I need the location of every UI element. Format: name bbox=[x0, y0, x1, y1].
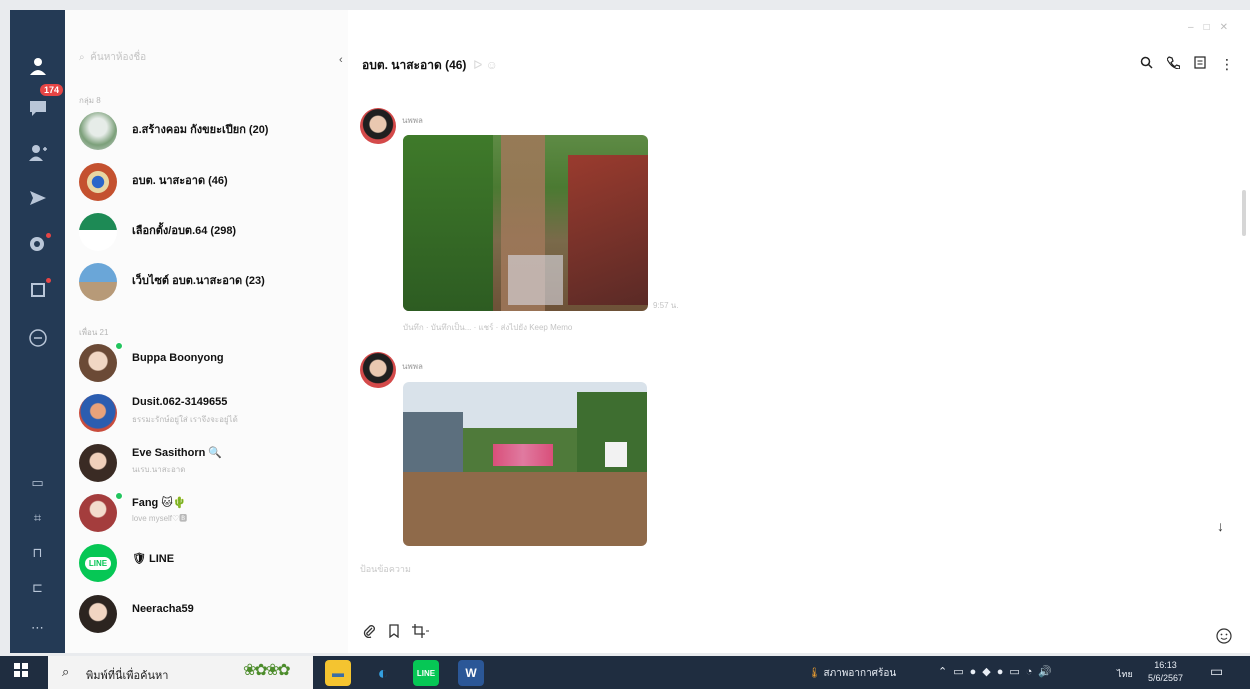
group-avatar bbox=[79, 263, 117, 301]
chat-list-item[interactable]: เลือกตั้ง/อบต.64 (298) bbox=[75, 209, 345, 255]
avatar bbox=[79, 595, 117, 633]
friend-list-item[interactable]: LINE 🛡 LINE bbox=[75, 540, 345, 586]
notification-dot bbox=[46, 278, 51, 283]
window-controls[interactable]: –□✕ bbox=[1188, 22, 1238, 33]
nav-rail: 174 ▭ ⌗ ⊓ ⊏ ⋯ bbox=[10, 10, 65, 653]
chat-title-extra-icons: ᐅ ☺ bbox=[466, 58, 498, 72]
send-icon[interactable] bbox=[10, 180, 65, 216]
unread-badge: 174 bbox=[40, 84, 64, 96]
chat-title: อบต. นาสะอาด (46) ᐅ ☺ bbox=[362, 58, 498, 72]
language-indicator[interactable]: ไทย bbox=[1117, 667, 1133, 681]
file-explorer-icon[interactable]: ▬ bbox=[325, 660, 351, 686]
group-avatar bbox=[79, 163, 117, 201]
keep-icon[interactable] bbox=[10, 272, 65, 308]
chat-list-item[interactable]: อบต. นาสะอาด (46) bbox=[75, 159, 345, 205]
avatar bbox=[79, 444, 117, 482]
avatar bbox=[79, 344, 117, 382]
search-highlight-art: ❀✿❀✿ bbox=[243, 662, 291, 679]
attach-icon[interactable] bbox=[362, 624, 376, 641]
chat-list-panel: ⌕ ค้นหาห้องชื่อ ‹ กลุ่ม 8 อ.สร้างคอม กัง… bbox=[65, 10, 348, 653]
thermometer-icon: 🌡 bbox=[808, 668, 821, 679]
more-icon[interactable]: ⋯ bbox=[10, 610, 65, 646]
system-tray-icons[interactable]: ⌃▭●◆●▭◔🔊 bbox=[938, 665, 1058, 678]
friends-section-label: เพื่อน 21 bbox=[79, 328, 109, 337]
group-avatar bbox=[79, 213, 117, 251]
add-friend-icon[interactable] bbox=[10, 135, 65, 171]
windows-start-icon[interactable] bbox=[14, 663, 28, 682]
chat-icon[interactable]: 174 bbox=[10, 84, 65, 126]
avatar bbox=[360, 352, 396, 388]
scrollbar[interactable] bbox=[1242, 190, 1246, 236]
message-input[interactable]: ป้อนข้อความ bbox=[360, 562, 411, 576]
message-actions[interactable]: บันทึก · บันทึกเป็น... · แชร์ · ส่งไปยัง… bbox=[403, 321, 572, 334]
bookmark-icon[interactable] bbox=[388, 624, 400, 641]
emoji-icon[interactable] bbox=[1216, 628, 1232, 649]
phone-icon[interactable] bbox=[1166, 56, 1181, 73]
more-icon[interactable]: ⋮ bbox=[1220, 56, 1234, 73]
announce-icon[interactable]: ⊏ bbox=[10, 570, 65, 606]
note-icon[interactable] bbox=[1194, 56, 1206, 73]
taskbar-search-box[interactable]: ⌕ พิมพ์ที่นี่เพื่อค้นหา ❀✿❀✿ bbox=[48, 656, 313, 689]
friend-list-item[interactable]: Eve Sasithorn 🔍 นเรบ.นาสะอาด bbox=[75, 440, 345, 486]
avatar bbox=[360, 108, 396, 144]
online-dot bbox=[115, 492, 123, 500]
message-photo[interactable] bbox=[403, 382, 647, 546]
windows-taskbar: ⌕ พิมพ์ที่นี่เพื่อค้นหา ❀✿❀✿ ▬ ◐ LINE W … bbox=[0, 656, 1250, 689]
online-dot bbox=[115, 342, 123, 350]
chat-header-icons: ⋮ bbox=[1140, 56, 1234, 73]
openchat-icon[interactable] bbox=[10, 320, 65, 356]
taskbar-clock[interactable]: 16:13 5/6/2567 bbox=[1148, 659, 1183, 685]
chat-list-item[interactable]: อ.สร้างคอม กังขยะเปียก (20) bbox=[75, 108, 345, 154]
notification-center-icon[interactable]: ▭ bbox=[1210, 663, 1223, 680]
search-icon: ⌕ bbox=[79, 52, 91, 63]
friend-list-item[interactable]: Neeracha59 bbox=[75, 591, 345, 637]
groups-section-label: กลุ่ม 8 bbox=[79, 96, 101, 105]
friend-list-item[interactable]: Dusit.062-3149655 ธรรมะรักษ์อยู่ใส่ เราจ… bbox=[75, 390, 345, 436]
arrow-down-icon[interactable]: ↓ bbox=[1217, 518, 1224, 534]
search-icon: ⌕ bbox=[62, 664, 70, 679]
edge-browser-icon[interactable]: ◐ bbox=[370, 660, 396, 686]
weather-widget[interactable]: 🌡 สภาพอากาศร้อน bbox=[808, 666, 896, 681]
message-photo[interactable] bbox=[403, 135, 648, 311]
video-icon[interactable]: ▭ bbox=[10, 465, 65, 501]
word-app-icon[interactable]: W bbox=[458, 660, 484, 686]
collapse-panel-chevron-icon[interactable]: ‹ bbox=[339, 54, 343, 66]
crop-icon[interactable] bbox=[412, 624, 430, 641]
bookmark-icon[interactable]: ⊓ bbox=[10, 535, 65, 571]
avatar bbox=[79, 494, 117, 532]
friend-list-item[interactable]: Fang 🐱🌵 love myself♡🅱 bbox=[75, 490, 345, 536]
chat-list-item[interactable]: เว็บไซต์ อบต.นาสะอาด (23) bbox=[75, 259, 345, 305]
crop-icon[interactable]: ⌗ bbox=[10, 500, 65, 536]
chat-list-search[interactable]: ⌕ ค้นหาห้องชื่อ bbox=[79, 50, 146, 65]
chat-panel: –□✕ อบต. นาสะอาด (46) ᐅ ☺ ⋮ นพพล 9:57 น.… bbox=[348, 10, 1250, 653]
line-app-icon[interactable]: LINE bbox=[413, 660, 439, 686]
line-logo: LINE bbox=[79, 544, 117, 582]
avatar bbox=[79, 394, 117, 432]
friend-list-item[interactable]: Buppa Boonyong bbox=[75, 340, 345, 386]
notification-dot bbox=[46, 233, 51, 238]
profile-icon[interactable] bbox=[10, 48, 65, 84]
search-icon[interactable] bbox=[1140, 56, 1153, 73]
composer-toolbar bbox=[362, 624, 430, 641]
calendar-icon[interactable] bbox=[10, 225, 65, 261]
group-avatar bbox=[79, 112, 117, 150]
